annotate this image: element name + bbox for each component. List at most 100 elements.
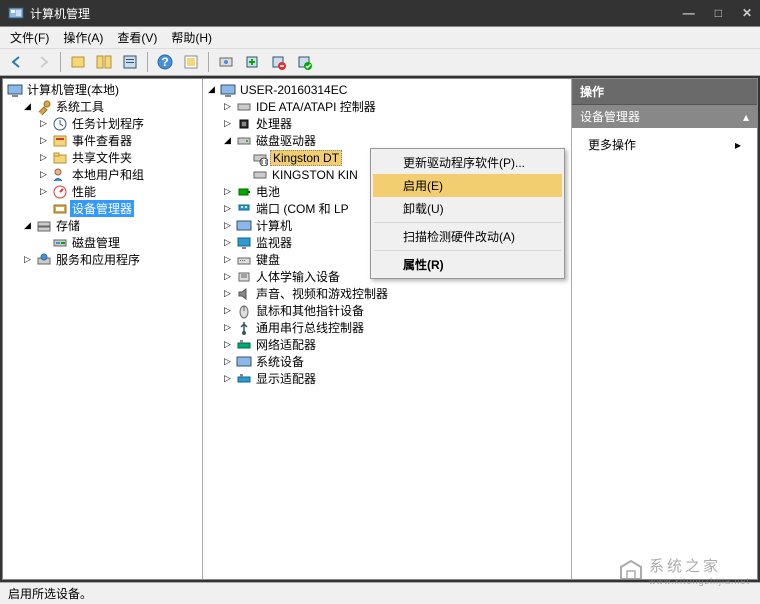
actions-header: 操作 <box>572 79 757 105</box>
tree-root[interactable]: 计算机管理(本地) <box>5 81 200 98</box>
expand-icon[interactable]: ▷ <box>221 117 234 130</box>
tree-label: 显示适配器 <box>254 370 318 387</box>
device-usb[interactable]: ▷ 通用串行总线控制器 <box>221 319 569 336</box>
device-cpu[interactable]: ▷处理器 <box>221 115 569 132</box>
menu-help[interactable]: 帮助(H) <box>165 27 218 48</box>
tree-label: 键盘 <box>254 251 282 268</box>
tools-icon <box>36 99 52 115</box>
tree-device-manager[interactable]: 设备管理器 <box>37 200 200 217</box>
expand-icon[interactable]: ▷ <box>37 151 50 164</box>
device-disk-drives[interactable]: ◢ 磁盘驱动器 <box>221 132 569 149</box>
tree-task-scheduler[interactable]: ▷ 任务计划程序 <box>37 115 200 132</box>
device-mice[interactable]: ▷ 鼠标和其他指针设备 <box>221 302 569 319</box>
expand-icon[interactable]: ▷ <box>221 253 234 266</box>
tree-disk-management[interactable]: 磁盘管理 <box>37 234 200 251</box>
collapse-icon[interactable]: ◢ <box>21 219 34 232</box>
tree-event-viewer[interactable]: ▷ 事件查看器 <box>37 132 200 149</box>
expand-icon[interactable]: ▷ <box>221 287 234 300</box>
sound-icon <box>236 286 252 302</box>
ctx-separator <box>374 222 561 223</box>
device-system[interactable]: ▷ 系统设备 <box>221 353 569 370</box>
device-display[interactable]: ▷ 显示适配器 <box>221 370 569 387</box>
tree-system-tools[interactable]: ◢ 系统工具 <box>21 98 200 115</box>
cpu-icon <box>236 116 252 132</box>
toolbar: ? <box>0 48 760 76</box>
help-button[interactable]: ? <box>154 51 176 73</box>
show-hide-button[interactable] <box>93 51 115 73</box>
uninstall-button[interactable] <box>267 51 289 73</box>
enable-button[interactable] <box>293 51 315 73</box>
expand-icon[interactable]: ▷ <box>221 219 234 232</box>
blank-expand <box>37 236 50 249</box>
tree-services-apps[interactable]: ▷ 服务和应用程序 <box>21 251 200 268</box>
expand-icon[interactable]: ▷ <box>221 270 234 283</box>
window-controls: — □ ✕ <box>683 6 752 20</box>
status-text: 启用所选设备。 <box>8 585 92 602</box>
expand-icon[interactable]: ▷ <box>221 338 234 351</box>
usb-icon <box>236 320 252 336</box>
expand-icon[interactable]: ▷ <box>221 321 234 334</box>
minimize-button[interactable]: — <box>683 6 695 20</box>
expand-icon[interactable]: ▷ <box>221 304 234 317</box>
tree-shared-folders[interactable]: ▷ 共享文件夹 <box>37 149 200 166</box>
collapse-icon[interactable]: ◢ <box>221 134 234 147</box>
device-root[interactable]: ◢ USER-20160314EC <box>205 81 569 98</box>
back-button[interactable] <box>6 51 28 73</box>
collapse-icon[interactable]: ◢ <box>205 83 218 96</box>
menu-file[interactable]: 文件(F) <box>4 27 55 48</box>
ctx-scan[interactable]: 扫描检测硬件改动(A) <box>373 225 562 248</box>
actions-subheader[interactable]: 设备管理器 ▴ <box>572 105 757 128</box>
expand-icon[interactable]: ▷ <box>21 253 34 266</box>
actions-body[interactable]: 更多操作 ▸ <box>572 128 757 161</box>
refresh-button[interactable] <box>180 51 202 73</box>
up-button[interactable] <box>67 51 89 73</box>
chevron-up-icon: ▴ <box>743 110 749 124</box>
menu-action[interactable]: 操作(A) <box>57 27 109 48</box>
forward-button[interactable] <box>32 51 54 73</box>
expand-icon[interactable]: ▷ <box>221 372 234 385</box>
computer-icon <box>236 218 252 234</box>
tree-label: 设备管理器 <box>70 200 134 217</box>
disk-icon <box>236 133 252 149</box>
tree-label: KINGSTON KIN <box>270 168 360 182</box>
watermark: 系统之家 www.xitongzhijia.net <box>617 555 750 586</box>
collapse-icon[interactable]: ◢ <box>21 100 34 113</box>
tree-performance[interactable]: ▷ 性能 <box>37 183 200 200</box>
close-button[interactable]: ✕ <box>742 6 752 20</box>
expand-icon[interactable]: ▷ <box>37 134 50 147</box>
maximize-button[interactable]: □ <box>715 6 722 20</box>
add-hardware-button[interactable] <box>241 51 263 73</box>
expand-icon[interactable]: ▷ <box>221 202 234 215</box>
folder-icon <box>52 150 68 166</box>
tree-local-users[interactable]: ▷ 本地用户和组 <box>37 166 200 183</box>
expand-icon[interactable]: ▷ <box>221 355 234 368</box>
expand-icon[interactable]: ▷ <box>37 117 50 130</box>
tree-label: 服务和应用程序 <box>54 251 142 268</box>
users-icon <box>52 167 68 183</box>
tree-label: 通用串行总线控制器 <box>254 319 366 336</box>
watermark-icon <box>617 559 645 583</box>
expand-icon[interactable]: ▷ <box>221 185 234 198</box>
tree-label: 系统设备 <box>254 353 306 370</box>
tree-label: 磁盘驱动器 <box>254 132 318 149</box>
actions-panel: 操作 设备管理器 ▴ 更多操作 ▸ <box>572 79 757 579</box>
ctx-update-driver[interactable]: 更新驱动程序软件(P)... <box>373 151 562 174</box>
expand-icon[interactable]: ▷ <box>221 236 234 249</box>
scan-button[interactable] <box>215 51 237 73</box>
ctx-properties[interactable]: 属性(R) <box>373 253 562 276</box>
tree-label: 鼠标和其他指针设备 <box>254 302 366 319</box>
device-sound[interactable]: ▷声音、视频和游戏控制器 <box>221 285 569 302</box>
tree-label: 共享文件夹 <box>70 149 134 166</box>
device-network[interactable]: ▷网络适配器 <box>221 336 569 353</box>
expand-icon[interactable]: ▷ <box>221 100 234 113</box>
ctx-enable[interactable]: 启用(E) <box>373 174 562 197</box>
tree-storage[interactable]: ◢ 存储 <box>21 217 200 234</box>
expand-icon[interactable]: ▷ <box>37 185 50 198</box>
ctx-uninstall[interactable]: 卸载(U) <box>373 197 562 220</box>
properties-button[interactable] <box>119 51 141 73</box>
expand-icon[interactable]: ▷ <box>37 168 50 181</box>
tree-label: USER-20160314EC <box>238 83 349 97</box>
device-ide[interactable]: ▷IDE ATA/ATAPI 控制器 <box>221 98 569 115</box>
context-menu: 更新驱动程序软件(P)... 启用(E) 卸载(U) 扫描检测硬件改动(A) 属… <box>370 148 565 279</box>
menu-view[interactable]: 查看(V) <box>111 27 163 48</box>
